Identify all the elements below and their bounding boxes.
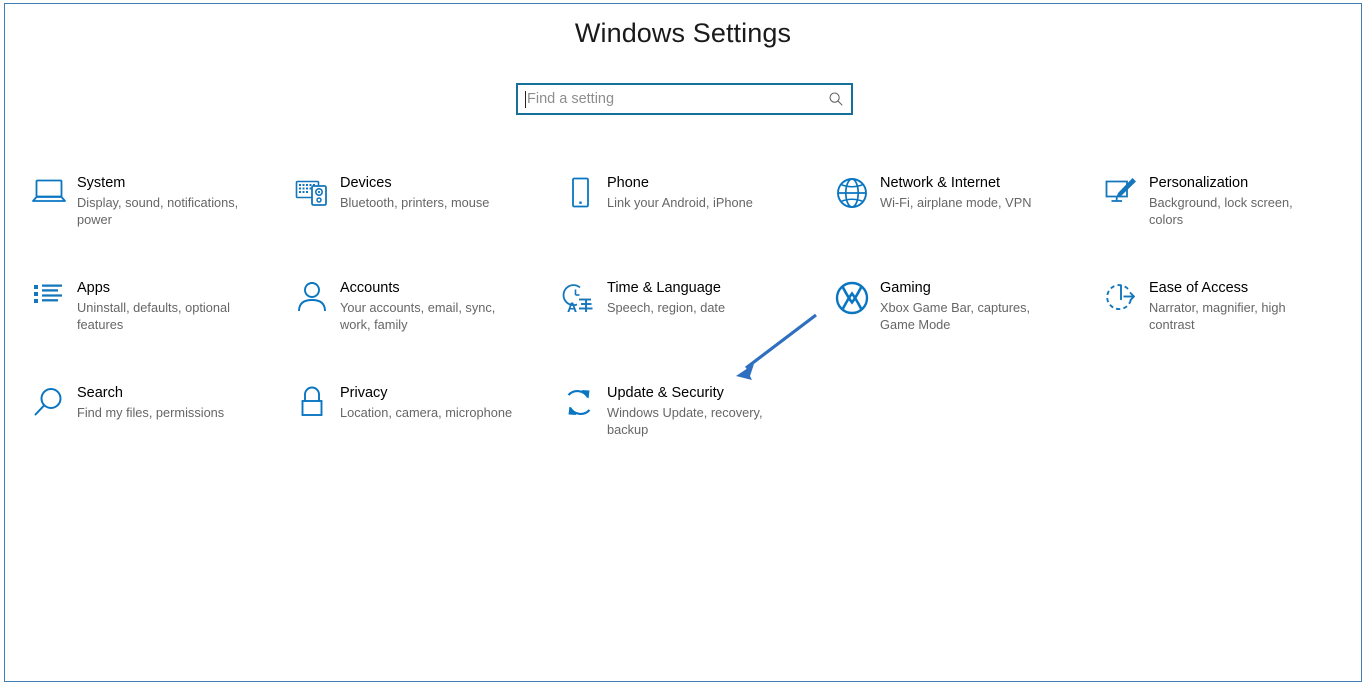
settings-item-title: System: [77, 175, 126, 191]
paintbrush-monitor-icon: [1099, 173, 1143, 217]
person-icon: [290, 278, 334, 322]
settings-item-title: Time & Language: [607, 280, 721, 296]
search-icon[interactable]: [821, 85, 851, 113]
search-input[interactable]: [526, 86, 821, 112]
settings-item-devices[interactable]: Devices Bluetooth, printers, mouse: [276, 164, 547, 269]
settings-item-text: Personalization Background, lock screen,…: [1143, 173, 1323, 228]
settings-item-phone[interactable]: Phone Link your Android, iPhone: [547, 164, 818, 269]
settings-item-text: Apps Uninstall, defaults, optional featu…: [71, 278, 251, 333]
settings-item-privacy[interactable]: Privacy Location, camera, microphone: [276, 374, 547, 479]
settings-window: Windows Settings System: [4, 3, 1362, 682]
svg-text:A: A: [567, 299, 577, 315]
settings-item-subtitle: Wi-Fi, airplane mode, VPN: [880, 195, 1032, 210]
settings-item-text: Privacy Location, camera, microphone: [334, 383, 512, 422]
settings-item-title: Search: [77, 385, 123, 401]
settings-item-text: Network & Internet Wi-Fi, airplane mode,…: [874, 173, 1031, 212]
app-list-icon: [27, 278, 71, 322]
settings-item-subtitle: Location, camera, microphone: [340, 405, 513, 420]
settings-item-text: Devices Bluetooth, printers, mouse: [334, 173, 489, 212]
settings-item-title: Accounts: [340, 280, 400, 296]
phone-icon: [557, 173, 601, 217]
settings-item-accounts[interactable]: Accounts Your accounts, email, sync, wor…: [276, 269, 547, 374]
lock-icon: [290, 383, 334, 427]
magnifier-icon: [27, 383, 71, 427]
settings-item-subtitle: Link your Android, iPhone: [607, 195, 753, 210]
ease-of-access-icon: [1099, 278, 1143, 322]
page-title: Windows Settings: [574, 18, 792, 48]
settings-item-gaming[interactable]: Gaming Xbox Game Bar, captures, Game Mod…: [818, 269, 1089, 374]
laptop-icon: [27, 173, 71, 217]
settings-row: Search Find my files, permissions Privac…: [5, 374, 1361, 479]
settings-item-text: Phone Link your Android, iPhone: [601, 173, 753, 212]
settings-item-text: Ease of Access Narrator, magnifier, high…: [1143, 278, 1323, 333]
settings-item-title: Gaming: [880, 280, 931, 296]
settings-item-subtitle: Find my files, permissions: [77, 405, 225, 420]
settings-item-subtitle: Speech, region, date: [607, 300, 726, 315]
settings-item-personalization[interactable]: Personalization Background, lock screen,…: [1089, 164, 1360, 269]
settings-item-title: Update & Security: [607, 385, 724, 401]
settings-item-text: Update & Security Windows Update, recove…: [601, 383, 781, 438]
settings-item-system[interactable]: System Display, sound, notifications, po…: [5, 164, 276, 269]
settings-item-text: Accounts Your accounts, email, sync, wor…: [334, 278, 514, 333]
settings-item-subtitle: Background, lock screen, colors: [1149, 195, 1293, 227]
sync-refresh-icon: [557, 383, 601, 427]
settings-item-subtitle: Display, sound, notifications, power: [77, 195, 239, 227]
settings-item-title: Ease of Access: [1149, 280, 1249, 296]
settings-item-text: Gaming Xbox Game Bar, captures, Game Mod…: [874, 278, 1054, 333]
settings-item-update-security[interactable]: Update & Security Windows Update, recove…: [547, 374, 818, 479]
search-box[interactable]: [516, 83, 853, 115]
settings-item-subtitle: Windows Update, recovery, backup: [607, 405, 763, 437]
settings-item-title: Phone: [607, 175, 649, 191]
settings-item-apps[interactable]: Apps Uninstall, defaults, optional featu…: [5, 269, 276, 374]
settings-item-text: System Display, sound, notifications, po…: [71, 173, 251, 228]
settings-item-subtitle: Xbox Game Bar, captures, Game Mode: [880, 300, 1031, 332]
settings-grid: System Display, sound, notifications, po…: [5, 164, 1361, 479]
settings-item-subtitle: Bluetooth, printers, mouse: [340, 195, 490, 210]
clock-language-icon: A: [557, 278, 601, 322]
settings-item-title: Apps: [77, 280, 111, 296]
settings-item-subtitle: Uninstall, defaults, optional features: [77, 300, 230, 332]
settings-item-subtitle: Your accounts, email, sync, work, family: [340, 300, 496, 332]
settings-item-text: Search Find my files, permissions: [71, 383, 224, 422]
settings-item-network-internet[interactable]: Network & Internet Wi-Fi, airplane mode,…: [818, 164, 1089, 269]
settings-item-search[interactable]: Search Find my files, permissions: [5, 374, 276, 479]
xbox-icon: [830, 278, 874, 322]
settings-item-text: Time & Language Speech, region, date: [601, 278, 725, 317]
settings-item-title: Devices: [340, 175, 392, 191]
settings-item-ease-of-access[interactable]: Ease of Access Narrator, magnifier, high…: [1089, 269, 1360, 374]
settings-row: System Display, sound, notifications, po…: [5, 164, 1361, 269]
settings-item-title: Network & Internet: [880, 175, 1001, 191]
settings-item-time-language[interactable]: A Time & Language Speech, region, date: [547, 269, 818, 374]
settings-item-title: Privacy: [340, 385, 388, 401]
settings-item-title: Personalization: [1149, 175, 1249, 191]
settings-item-subtitle: Narrator, magnifier, high contrast: [1149, 300, 1286, 332]
settings-row: Apps Uninstall, defaults, optional featu…: [5, 269, 1361, 374]
devices-keyboard-icon: [290, 173, 334, 217]
globe-icon: [830, 173, 874, 217]
